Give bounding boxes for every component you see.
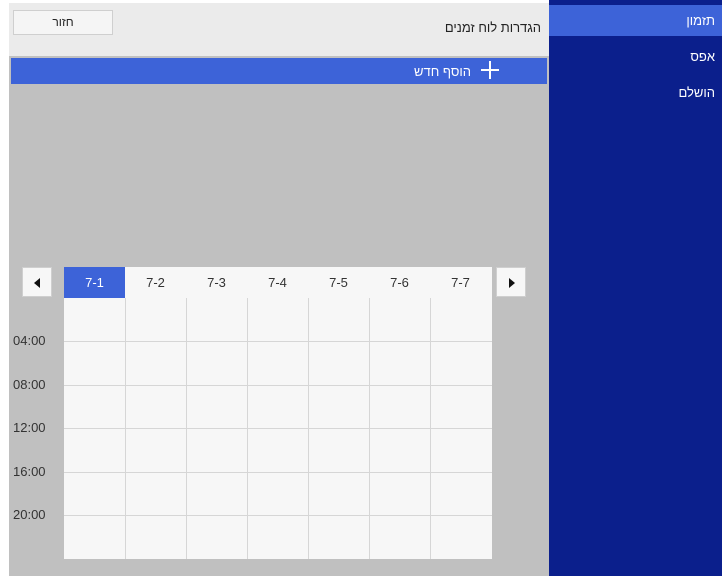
day-header-row: 7-1 7-2 7-3 7-4 7-5 7-6 7-7 bbox=[64, 267, 492, 298]
back-button[interactable]: חזור bbox=[13, 10, 113, 35]
day-tab-7-6[interactable]: 7-6 bbox=[369, 267, 430, 298]
day-tab-7-5[interactable]: 7-5 bbox=[308, 267, 369, 298]
time-label: 08:00 bbox=[13, 377, 46, 392]
prev-week-button[interactable] bbox=[22, 267, 52, 297]
page-title: הגדרות לוח זמנים bbox=[444, 20, 541, 35]
header: חזור הגדרות לוח זמנים bbox=[9, 3, 549, 56]
day-tab-7-1[interactable]: 7-1 bbox=[64, 267, 125, 298]
arrow-right-icon bbox=[509, 278, 515, 288]
next-week-button[interactable] bbox=[496, 267, 526, 297]
grid-divider bbox=[64, 428, 492, 429]
sidebar-item-reset[interactable]: אפס bbox=[549, 48, 722, 66]
arrow-left-icon bbox=[34, 278, 40, 288]
add-new-label: הוסף חדש bbox=[414, 64, 471, 79]
time-label: 16:00 bbox=[13, 464, 46, 479]
time-label: 12:00 bbox=[13, 420, 46, 435]
day-tab-7-4[interactable]: 7-4 bbox=[247, 267, 308, 298]
schedule-grid[interactable] bbox=[64, 298, 492, 559]
grid-divider bbox=[64, 472, 492, 473]
weekly-calendar: 7-1 7-2 7-3 7-4 7-5 7-6 7-7 04:00 08:00 … bbox=[9, 258, 549, 576]
day-tab-7-7[interactable]: 7-7 bbox=[430, 267, 491, 298]
sidebar: תזמון אפס הושלם bbox=[549, 0, 722, 576]
day-tab-7-3[interactable]: 7-3 bbox=[186, 267, 247, 298]
sidebar-item-complete[interactable]: הושלם bbox=[549, 84, 722, 102]
day-tab-7-2[interactable]: 7-2 bbox=[125, 267, 186, 298]
grid-divider bbox=[64, 341, 492, 342]
grid-divider bbox=[64, 385, 492, 386]
time-label: 04:00 bbox=[13, 333, 46, 348]
add-new-button[interactable]: הוסף חדש bbox=[11, 58, 547, 84]
plus-icon bbox=[481, 61, 499, 79]
sidebar-item-schedule[interactable]: תזמון bbox=[549, 5, 722, 36]
grid-divider bbox=[64, 515, 492, 516]
time-label: 20:00 bbox=[13, 507, 46, 522]
